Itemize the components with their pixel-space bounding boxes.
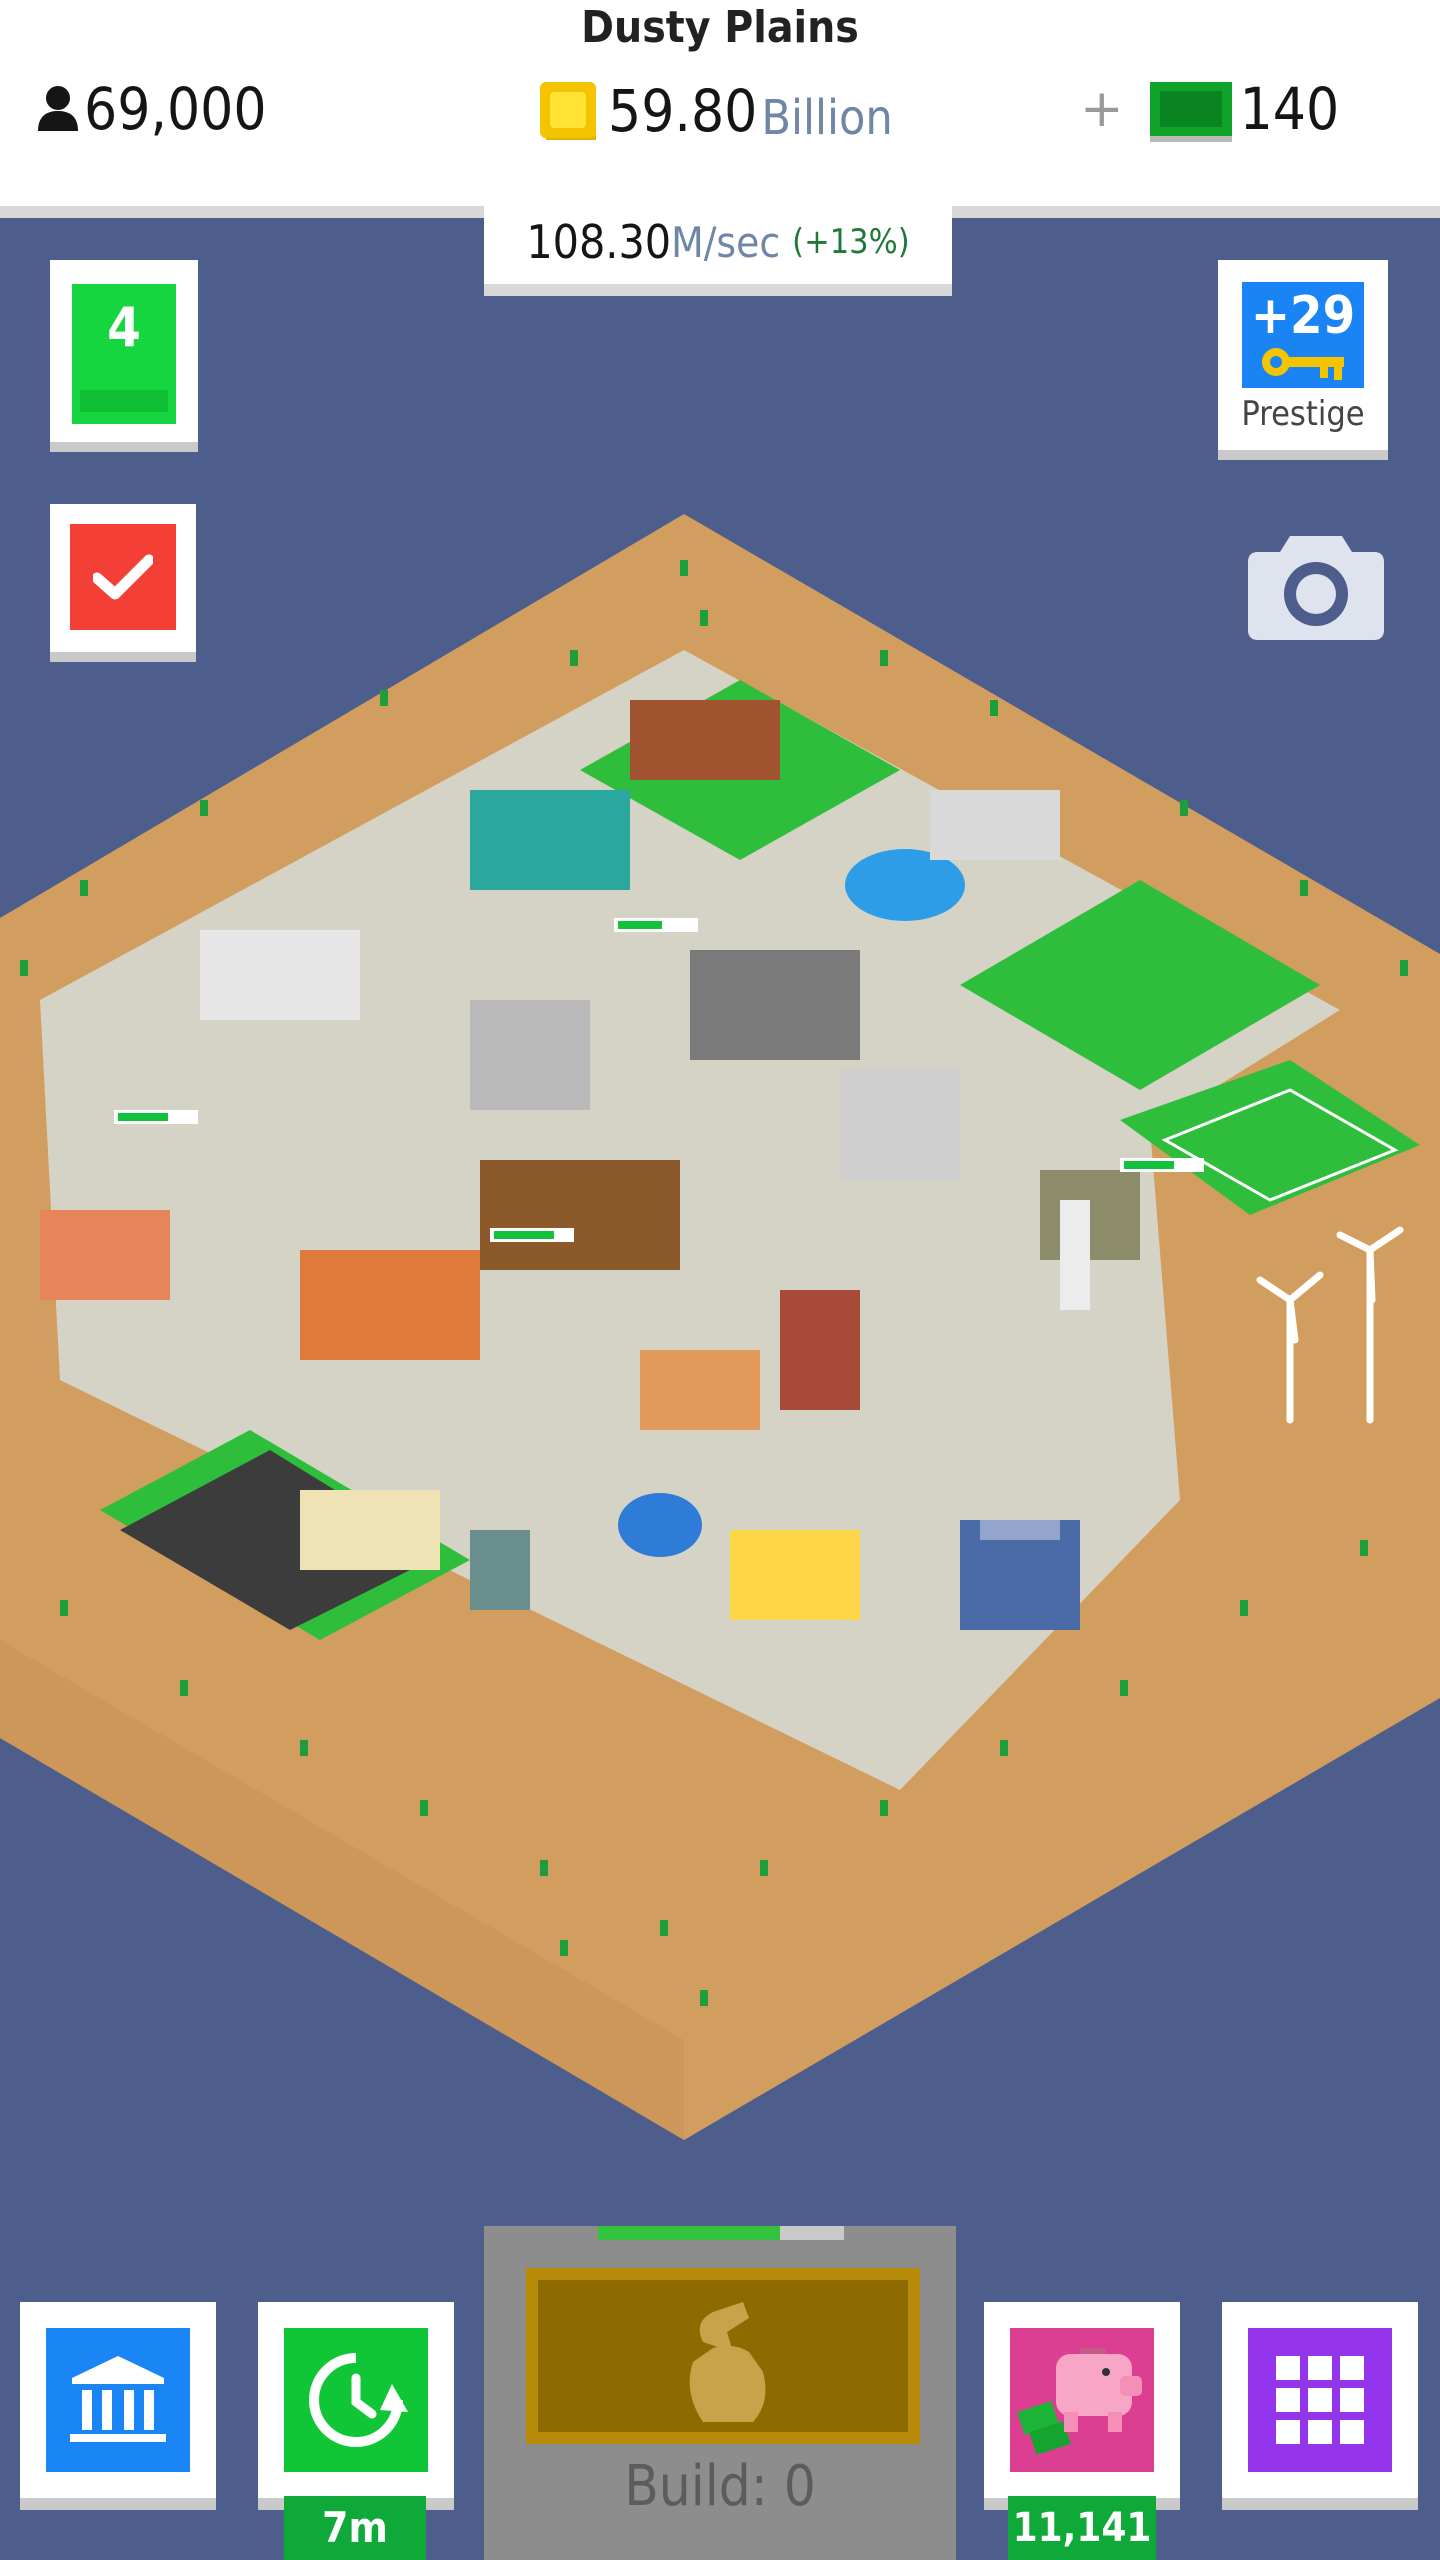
warehouse xyxy=(200,930,360,1020)
boost-timer: 7m xyxy=(284,2496,426,2560)
control-tower xyxy=(470,1530,530,1610)
bank-icon xyxy=(70,2356,166,2442)
city-name: Dusty Plains xyxy=(581,2,859,53)
income-rate: 108.30 M/sec (+13%) xyxy=(484,200,952,296)
piggy-bank-button[interactable] xyxy=(984,2302,1180,2498)
person-icon xyxy=(38,86,78,131)
prestige-badge: +29 xyxy=(1242,282,1364,388)
teal-building xyxy=(470,790,630,890)
top-bar: Dusty Plains 69,000 59.80 Billion + 140 xyxy=(0,0,1440,206)
clock-refresh-icon xyxy=(309,2353,408,2447)
income-unit: M/sec xyxy=(671,217,781,267)
level-badge: 4 xyxy=(72,284,176,424)
coin-value: 59.80 xyxy=(608,77,758,145)
grid-icon xyxy=(1276,2356,1364,2444)
prestige-button[interactable]: +29 Prestige xyxy=(1218,260,1388,450)
build-progress-bar xyxy=(598,2226,780,2240)
hammer-hand-icon xyxy=(689,2302,766,2422)
brick-building xyxy=(630,700,780,780)
menu-button[interactable] xyxy=(1222,2302,1418,2498)
prestige-label: Prestige xyxy=(1241,394,1365,434)
build-label: Build: 0 xyxy=(624,2454,816,2519)
hangar xyxy=(300,1490,440,1570)
level-number: 4 xyxy=(107,296,141,359)
add-cash-button[interactable]: + xyxy=(1080,79,1124,139)
water-tank xyxy=(618,1493,702,1557)
build-button[interactable]: Build: 0 xyxy=(484,2226,956,2560)
boost-button[interactable] xyxy=(258,2302,454,2498)
income-bonus: (+13%) xyxy=(792,222,910,262)
cash-counter[interactable]: + 140 xyxy=(1080,74,1339,144)
prestige-keys: +29 xyxy=(1250,286,1356,346)
level-button[interactable]: 4 xyxy=(50,260,198,442)
city-map[interactable] xyxy=(0,500,1440,2160)
piggy-bank-icon xyxy=(1017,2348,1142,2455)
coin-counter: 59.80 Billion xyxy=(540,66,893,156)
level-progress-bar xyxy=(80,390,168,412)
piggy-amount: 11,141 xyxy=(1008,2496,1156,2560)
key-icon xyxy=(1262,348,1344,380)
coin-icon xyxy=(540,82,596,140)
cash-icon xyxy=(1149,82,1232,136)
income-value: 108.30 xyxy=(526,215,672,269)
coin-unit: Billion xyxy=(761,90,893,146)
water-tower xyxy=(1060,1200,1090,1310)
bank-button[interactable] xyxy=(20,2302,216,2498)
population-counter: 69,000 xyxy=(36,74,267,144)
population-value: 69,000 xyxy=(84,75,267,143)
cash-value: 140 xyxy=(1239,75,1340,143)
